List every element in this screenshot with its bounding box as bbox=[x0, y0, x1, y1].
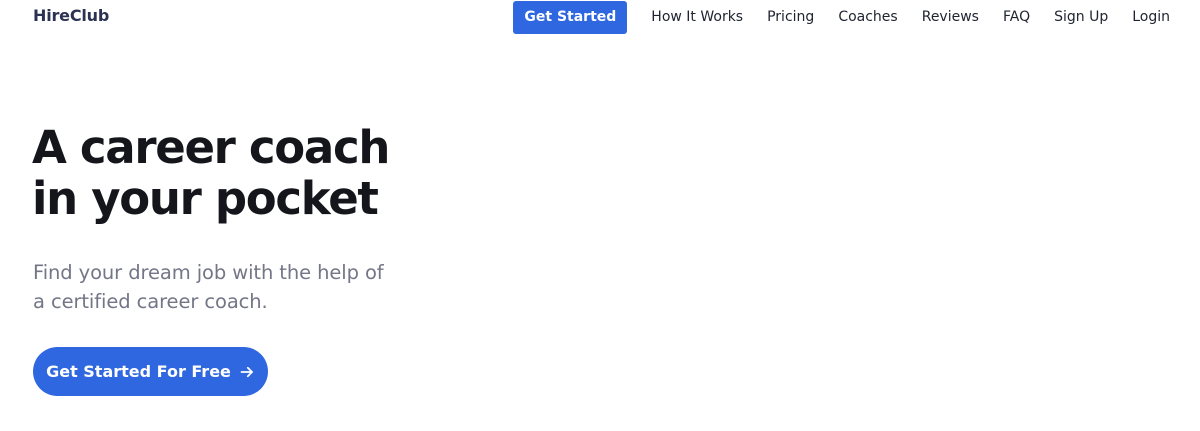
get-started-button[interactable]: Get Started bbox=[513, 0, 628, 34]
hero-subtitle: Find your dream job with the help of a c… bbox=[33, 258, 423, 316]
nav-link-reviews[interactable]: Reviews bbox=[922, 9, 979, 25]
nav-link-faq[interactable]: FAQ bbox=[1003, 9, 1030, 25]
hero-title: A career coach in your pocket bbox=[32, 122, 452, 224]
nav-link-login[interactable]: Login bbox=[1132, 9, 1170, 25]
hero-subtitle-line-2: a certified career coach. bbox=[33, 290, 268, 313]
arrow-right-icon bbox=[239, 364, 255, 380]
top-navigation-bar: HireClub Get Started How It Works Pricin… bbox=[0, 0, 1200, 34]
nav-link-pricing[interactable]: Pricing bbox=[767, 9, 814, 25]
get-started-for-free-button[interactable]: Get Started For Free bbox=[33, 347, 268, 396]
hero-title-line-1: A career coach bbox=[32, 121, 390, 174]
hero-title-line-2: in your pocket bbox=[32, 172, 379, 225]
nav-link-sign-up[interactable]: Sign Up bbox=[1054, 9, 1108, 25]
main-nav: Get Started How It Works Pricing Coaches… bbox=[513, 0, 1170, 34]
hero-subtitle-line-1: Find your dream job with the help of bbox=[33, 261, 384, 284]
get-started-for-free-label: Get Started For Free bbox=[46, 362, 231, 381]
nav-link-coaches[interactable]: Coaches bbox=[838, 9, 897, 25]
nav-link-how-it-works[interactable]: How It Works bbox=[651, 9, 743, 25]
hireclub-logo[interactable]: HireClub bbox=[33, 6, 109, 25]
